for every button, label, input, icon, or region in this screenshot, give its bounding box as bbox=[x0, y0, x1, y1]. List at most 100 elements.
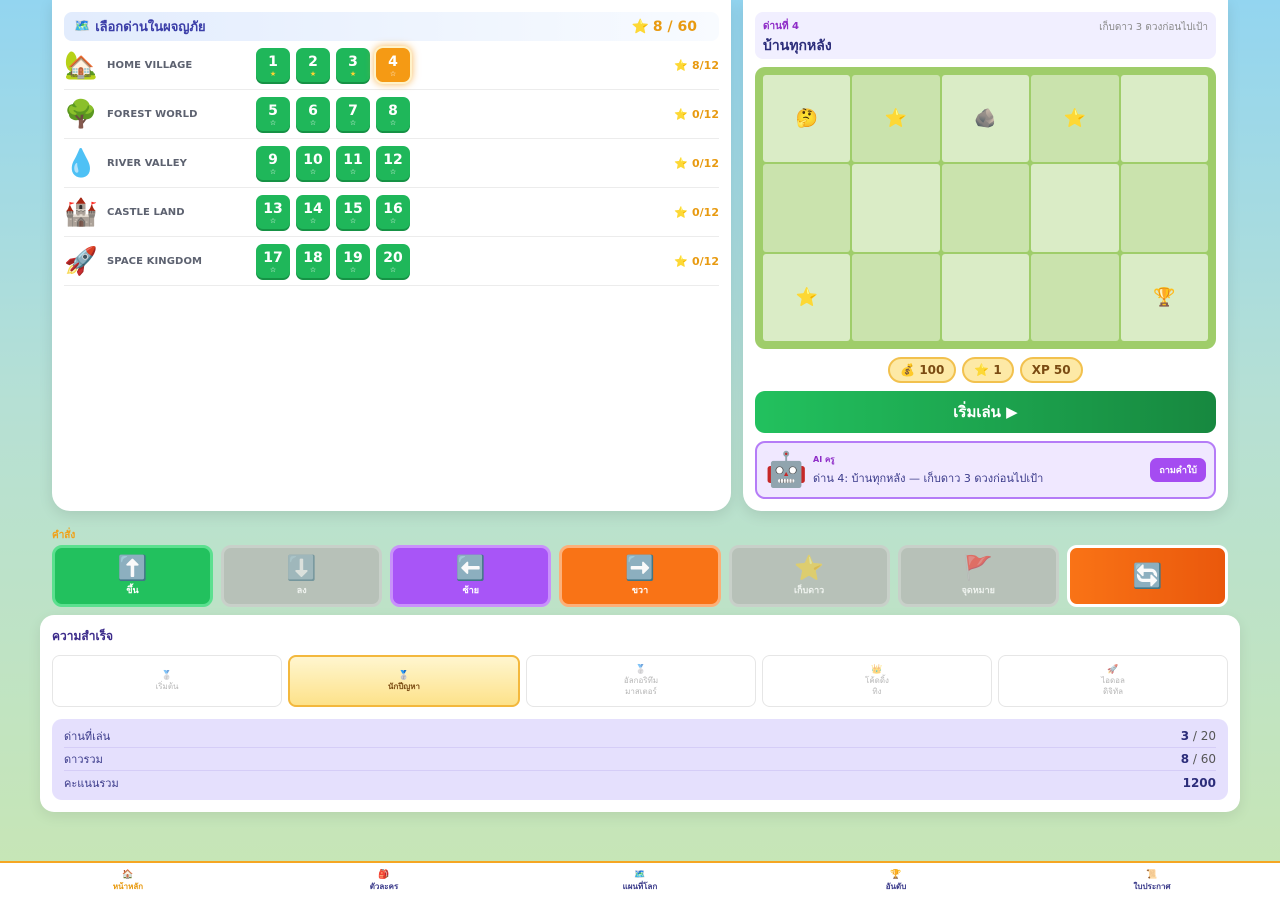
level-button[interactable]: 2 ★ bbox=[296, 48, 330, 82]
medal-icon: 🚀 bbox=[1107, 665, 1119, 676]
command-label: ลง bbox=[296, 585, 307, 596]
ask-hint-button[interactable]: ถามคำใบ้ bbox=[1150, 458, 1206, 482]
level-star-icon: ☆ bbox=[389, 118, 397, 127]
achievement-name: อัลกอริทึม bbox=[623, 676, 659, 686]
total-stars-value: 8 / 60 bbox=[652, 18, 697, 35]
board-cell: ⭐ bbox=[763, 253, 851, 341]
stat-label: คะแนนรวม bbox=[64, 776, 119, 790]
world-score: ⭐ 0/12 bbox=[674, 206, 719, 219]
level-button[interactable]: 14 ☆ bbox=[296, 195, 330, 229]
board-cell bbox=[852, 164, 940, 252]
level-button[interactable]: 15 ☆ bbox=[336, 195, 370, 229]
level-button[interactable]: 11 ☆ bbox=[336, 146, 370, 180]
collect-star-command-button[interactable]: ⭐ เก็บดาว bbox=[728, 545, 890, 607]
nav-item[interactable]: 🏠 หน้าหลัก bbox=[0, 863, 256, 900]
nav-item[interactable]: 🏆 อันดับ bbox=[768, 863, 1024, 900]
world-icon: 💧 bbox=[64, 147, 98, 179]
level-button[interactable]: 16 ☆ bbox=[376, 195, 410, 229]
level-number: 10 bbox=[303, 151, 323, 168]
world-name: FOREST WORLD bbox=[107, 108, 198, 120]
achievement-badge[interactable]: 🚀 ไอดอล ดิจิทัล bbox=[998, 655, 1228, 707]
commands-label: คำสั่ง bbox=[52, 530, 76, 541]
level-button[interactable]: 13 ☆ bbox=[256, 195, 290, 229]
level-star-icon: ★ bbox=[269, 69, 277, 78]
level-select-title: เลือกด่านในผจญภัย bbox=[95, 20, 206, 35]
game-board: 🤔 ⭐ 🪨 ⭐ ⭐ 🏆 bbox=[755, 67, 1216, 349]
level-button[interactable]: 8 ☆ bbox=[376, 97, 410, 131]
level-button[interactable]: 18 ☆ bbox=[296, 244, 330, 278]
level-button[interactable]: 6 ☆ bbox=[296, 97, 330, 131]
level-star-icon: ☆ bbox=[349, 265, 357, 274]
down-command-button[interactable]: ⬇️ ลง bbox=[221, 545, 383, 607]
bottom-nav: 🏠 หน้าหลัก 🎒 ตัวละคร 🗺️ แผนที่โลก 🏆 อันดับ 📜 ใบปร… bbox=[0, 861, 1280, 900]
nav-item[interactable]: 🎒 ตัวละคร bbox=[256, 863, 512, 900]
level-star-icon: ☆ bbox=[389, 265, 397, 274]
level-button[interactable]: 7 ☆ bbox=[336, 97, 370, 131]
down-icon: ⬇️ bbox=[286, 553, 317, 582]
stat-value: 3 / 20 bbox=[1181, 729, 1216, 743]
nav-item[interactable]: 🗺️ แผนที่โลก bbox=[512, 863, 768, 900]
up-command-button[interactable]: ⬆️ ขึ้น bbox=[52, 545, 214, 607]
world-score: ⭐ 0/12 bbox=[674, 255, 719, 268]
nav-item[interactable]: 📜 ใบประกาศ bbox=[1024, 863, 1280, 900]
reset-command-button[interactable]: 🔄 bbox=[1066, 545, 1228, 607]
star-icon: ⭐ bbox=[674, 156, 689, 170]
level-star-icon: ☆ bbox=[389, 167, 397, 176]
level-button[interactable]: 1 ★ bbox=[256, 48, 290, 82]
level-button[interactable]: 9 ☆ bbox=[256, 146, 290, 180]
level-star-icon: ☆ bbox=[309, 216, 317, 225]
achievement-badge[interactable]: 🥈 อัลกอริทึม มาสเตอร์ bbox=[526, 655, 756, 707]
left-command-button[interactable]: ⬅️ ซ้าย bbox=[390, 545, 552, 607]
reward-icon: 💰 bbox=[900, 363, 916, 377]
level-button[interactable]: 5 ☆ bbox=[256, 97, 290, 131]
level-button[interactable]: 10 ☆ bbox=[296, 146, 330, 180]
level-button[interactable]: 19 ☆ bbox=[336, 244, 370, 278]
level-button[interactable]: 17 ☆ bbox=[256, 244, 290, 278]
stat-value: 1200 bbox=[1183, 776, 1216, 790]
board-cell bbox=[1120, 164, 1208, 252]
stat-total: / 60 bbox=[1189, 752, 1216, 766]
collect-star-icon: ⭐ bbox=[794, 553, 825, 582]
command-label: จุดหมาย bbox=[961, 585, 995, 596]
play-button[interactable]: เริ่มเล่น ▶ bbox=[755, 391, 1216, 433]
achievement-badge[interactable]: 👑 โค้ดดิ้ง ทิง bbox=[762, 655, 992, 707]
board-cell: 🤔 bbox=[763, 75, 851, 163]
level-number: 14 bbox=[303, 200, 323, 217]
level-button[interactable]: 20 ☆ bbox=[376, 244, 410, 278]
command-label: เก็บดาว bbox=[794, 585, 825, 596]
right-icon: ➡️ bbox=[625, 553, 655, 582]
reward-icon: ⭐ bbox=[974, 363, 990, 377]
board-cell: 🏆 bbox=[1120, 253, 1208, 341]
nav-icon: 🗺️ bbox=[634, 869, 646, 880]
stat-number: 1200 bbox=[1182, 775, 1216, 790]
level-star-icon: ★ bbox=[349, 69, 357, 78]
level-number: 1 bbox=[268, 53, 278, 70]
star-icon: ⭐ bbox=[674, 254, 689, 268]
goal-icon: 🚩 bbox=[963, 553, 994, 582]
achievement-badge[interactable]: 🥈 เริ่มต้น bbox=[52, 655, 282, 707]
left-icon: ⬅️ bbox=[455, 553, 486, 582]
achievement-badge[interactable]: 🥈 นักปีญหา bbox=[288, 655, 520, 707]
stat-row: ด่านที่เล่น 3 / 20 bbox=[64, 725, 1216, 748]
stat-label: ดาวรวม bbox=[64, 753, 103, 766]
nav-label: ใบประกาศ bbox=[1133, 881, 1171, 891]
level-number: 13 bbox=[263, 200, 283, 217]
level-number: 12 bbox=[383, 151, 403, 168]
level-button[interactable]: 4 ☆ bbox=[376, 48, 410, 82]
achievement-name: ทิง bbox=[872, 687, 882, 697]
level-select-header: 🗺️ เลือกด่านในผจญภัย ⭐ 8 / 60 bbox=[64, 12, 719, 41]
medal-icon: 🥈 bbox=[398, 670, 410, 681]
level-buttons: 9 ☆ 10 ☆ 11 ☆ 12 ☆ bbox=[256, 146, 410, 180]
right-command-button[interactable]: ➡️ ขวา bbox=[559, 545, 721, 607]
command-label: ขึ้น bbox=[126, 585, 139, 596]
board-cell bbox=[852, 253, 940, 341]
star-icon: ⭐ bbox=[674, 205, 689, 219]
board-cell bbox=[941, 164, 1030, 252]
world-score: ⭐ 8/12 bbox=[674, 59, 719, 72]
map-icon: 🗺️ bbox=[74, 19, 91, 34]
level-button[interactable]: 12 ☆ bbox=[376, 146, 410, 180]
nav-icon: 📜 bbox=[1146, 869, 1158, 880]
level-button[interactable]: 3 ★ bbox=[336, 48, 370, 82]
command-label: ขวา bbox=[631, 585, 649, 596]
goal-command-button[interactable]: 🚩 จุดหมาย bbox=[897, 545, 1059, 607]
